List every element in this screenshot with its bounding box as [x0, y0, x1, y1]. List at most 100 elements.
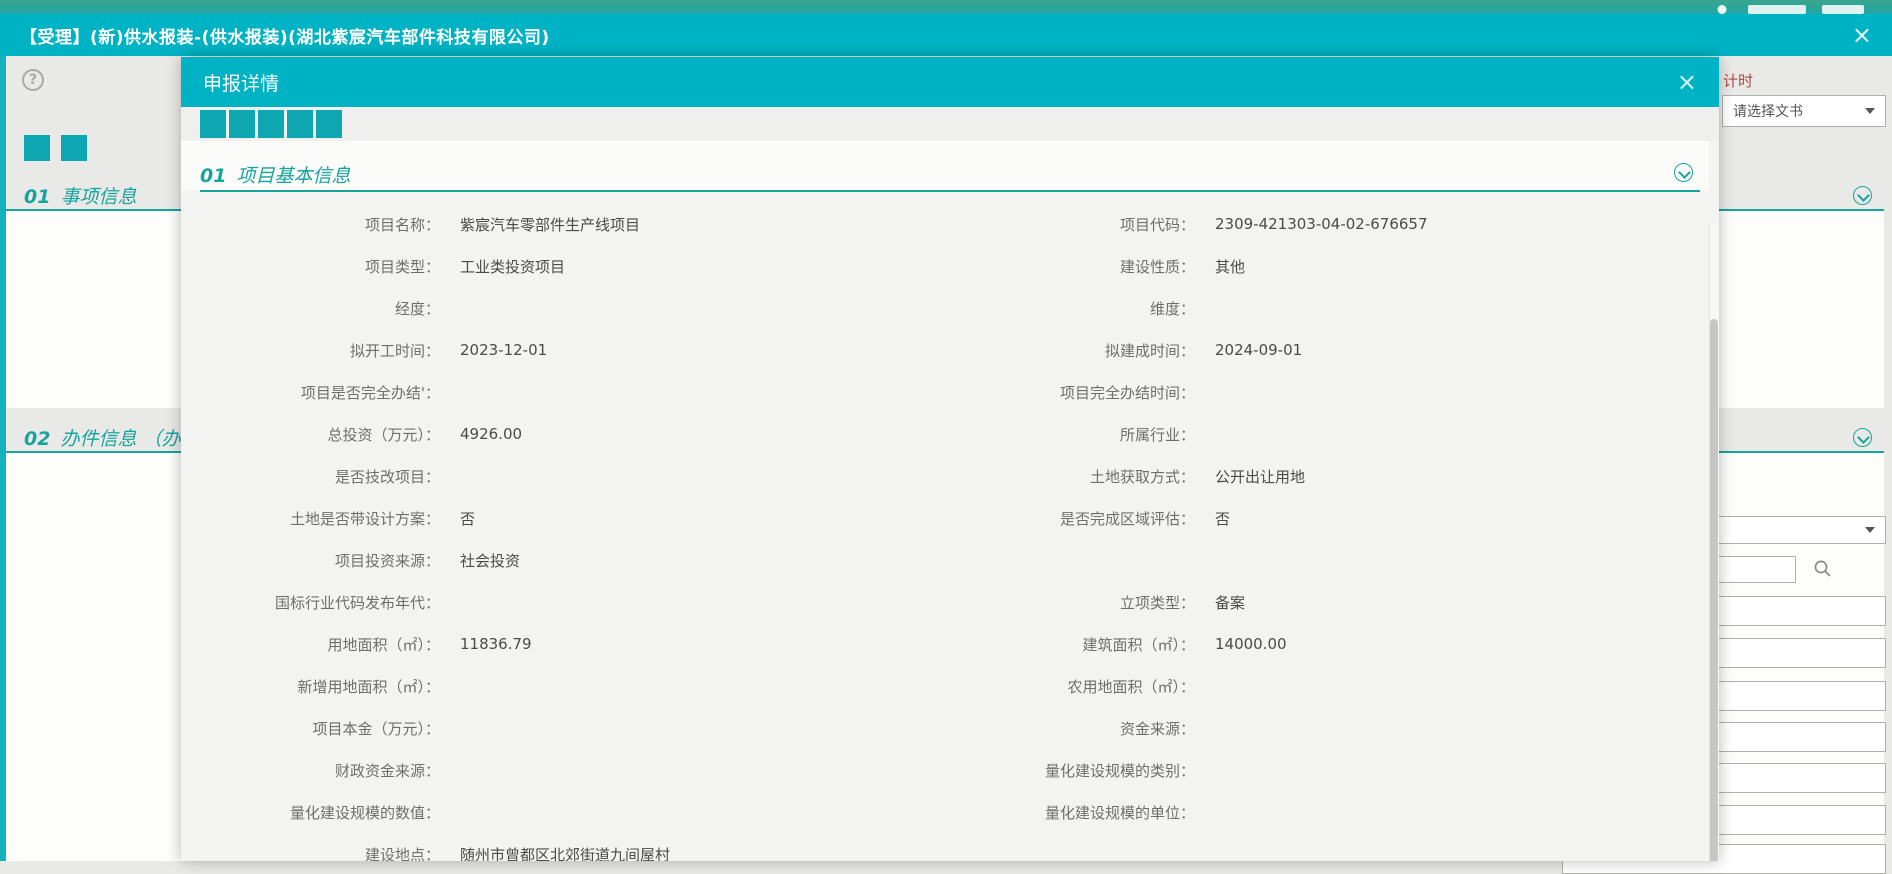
- field-label: 土地获取方式：: [940, 466, 1195, 487]
- field-label: 财政资金来源：: [181, 760, 440, 781]
- field-value: 社会投资: [440, 550, 940, 571]
- collapse-chevron-icon[interactable]: [1674, 163, 1693, 182]
- top-user-strip: [0, 0, 1892, 14]
- user-avatar-icon: [1712, 3, 1732, 14]
- field-value: 否: [440, 508, 940, 529]
- collapse-chevron-icon[interactable]: [1853, 428, 1872, 447]
- form-row: 是否技改项目： 土地获取方式： 公开出让用地: [181, 455, 1700, 497]
- field-label: 用地面积（㎡）：: [181, 634, 440, 655]
- user-info: [1712, 3, 1864, 14]
- project-basic-info-form: 项目名称： 紫宸汽车零部件生产线项目 项目代码： 2309-421303-04-…: [181, 203, 1700, 861]
- field-label: 建筑面积（㎡）：: [940, 634, 1195, 655]
- field-label: 项目名称：: [181, 214, 440, 235]
- field-label: 是否技改项目：: [181, 466, 440, 487]
- field-value: 工业类投资项目: [440, 256, 940, 277]
- field-label: 所属行业：: [940, 424, 1195, 445]
- window-title: 【受理】(新)供水报装-(供水报装)(湖北紫宸汽车部件科技有限公司): [20, 23, 550, 48]
- form-row: 项目投资来源： 社会投资: [181, 539, 1700, 581]
- field-label: 立项类型：: [940, 592, 1195, 613]
- form-row: 项目是否完全办结'： 项目完全办结时间：: [181, 371, 1700, 413]
- field-label: 项目类型：: [181, 256, 440, 277]
- field-label: 拟开工时间：: [181, 340, 440, 361]
- document-select[interactable]: 请选择文书: [1722, 95, 1886, 127]
- modal-close-icon[interactable]: ×: [1677, 70, 1697, 94]
- modal-toolbar-button[interactable]: [316, 110, 342, 138]
- section-number: 01: [24, 186, 50, 208]
- section-divider: [200, 190, 1700, 192]
- field-value: 14000.00: [1195, 635, 1700, 653]
- form-row: 经度： 维度：: [181, 287, 1700, 329]
- field-value: 备案: [1195, 592, 1700, 613]
- field-value: 其他: [1195, 256, 1700, 277]
- modal-header: 申报详情 ×: [181, 57, 1719, 107]
- field-value: 公开出让用地: [1195, 466, 1700, 487]
- section-title: 办件信息 （办: [60, 428, 180, 450]
- section-header-project-basic-info: 01项目基本信息: [200, 161, 350, 188]
- field-label: 量化建设规模的数值：: [181, 802, 440, 823]
- form-row: 量化建设规模的数值： 量化建设规模的单位：: [181, 791, 1700, 833]
- field-label: 建设地点：: [181, 844, 440, 862]
- timer-label: 计时: [1723, 70, 1753, 91]
- window-close-icon[interactable]: ×: [1852, 23, 1872, 47]
- field-value: 随州市曾都区北郊街道九间屋村: [440, 844, 940, 862]
- modal-title: 申报详情: [203, 69, 279, 96]
- form-row: 建设地点： 随州市曾都区北郊街道九间屋村: [181, 833, 1700, 861]
- page-action-button[interactable]: [61, 135, 87, 161]
- field-label: 国标行业代码发布年代：: [181, 592, 440, 613]
- field-label: 项目是否完全办结'：: [181, 382, 440, 403]
- document-select-value: 请选择文书: [1733, 101, 1803, 121]
- section-header-item-info: 01 事项信息: [24, 182, 136, 209]
- field-value: 紫宸汽车零部件生产线项目: [440, 214, 940, 235]
- section-title: 项目基本信息: [236, 165, 350, 187]
- field-value: 11836.79: [440, 635, 940, 653]
- field-value: 2024-09-01: [1195, 341, 1700, 359]
- modal-toolbar-button[interactable]: [258, 110, 284, 138]
- search-icon[interactable]: [1813, 559, 1833, 579]
- field-label: 总投资（万元）：: [181, 424, 440, 445]
- field-label: 资金来源：: [940, 718, 1195, 739]
- modal-toolbar: [181, 107, 1719, 141]
- field-label: 拟建成时间：: [940, 340, 1195, 361]
- chevron-down-icon: [1865, 527, 1875, 533]
- form-row: 拟开工时间： 2023-12-01 拟建成时间： 2024-09-01: [181, 329, 1700, 371]
- declaration-detail-modal: 申报详情 × 01项目基本信息 项目名称： 紫宸汽车零部件生产线项目 项目代码：…: [181, 57, 1719, 861]
- collapse-chevron-icon[interactable]: [1853, 186, 1872, 205]
- section-title: 事项信息: [60, 186, 136, 208]
- help-icon[interactable]: ?: [22, 69, 44, 91]
- form-row: 国标行业代码发布年代： 立项类型： 备案: [181, 581, 1700, 623]
- user-menu-text[interactable]: [1822, 5, 1864, 14]
- scrollbar-thumb[interactable]: [1710, 319, 1718, 861]
- field-label: 项目完全办结时间：: [940, 382, 1195, 403]
- user-name-text: [1748, 5, 1806, 14]
- section-title-band: [181, 141, 1709, 190]
- form-row: 项目名称： 紫宸汽车零部件生产线项目 项目代码： 2309-421303-04-…: [181, 203, 1700, 245]
- field-label: 农用地面积（㎡）：: [940, 676, 1195, 697]
- field-value: 2023-12-01: [440, 341, 940, 359]
- form-row: 财政资金来源： 量化建设规模的类别：: [181, 749, 1700, 791]
- form-row: 项目本金（万元）： 资金来源：: [181, 707, 1700, 749]
- field-label: 项目本金（万元）：: [181, 718, 440, 739]
- field-label: 项目投资来源：: [181, 550, 440, 571]
- form-row: 用地面积（㎡）： 11836.79 建筑面积（㎡）： 14000.00: [181, 623, 1700, 665]
- modal-toolbar-button[interactable]: [229, 110, 255, 138]
- page-action-button[interactable]: [24, 135, 50, 161]
- field-label: 量化建设规模的单位：: [940, 802, 1195, 823]
- field-value: 否: [1195, 508, 1700, 529]
- section-number: 02: [24, 428, 50, 450]
- window-titlebar: 【受理】(新)供水报装-(供水报装)(湖北紫宸汽车部件科技有限公司) ×: [0, 14, 1892, 56]
- field-label: 是否完成区域评估：: [940, 508, 1195, 529]
- field-value: 4926.00: [440, 425, 940, 443]
- field-value: 2309-421303-04-02-676657: [1195, 215, 1700, 233]
- chevron-down-icon: [1865, 108, 1875, 114]
- form-row: 项目类型： 工业类投资项目 建设性质： 其他: [181, 245, 1700, 287]
- field-label: 新增用地面积（㎡）：: [181, 676, 440, 697]
- field-label: 量化建设规模的类别：: [940, 760, 1195, 781]
- form-row: 总投资（万元）： 4926.00 所属行业：: [181, 413, 1700, 455]
- modal-toolbar-button[interactable]: [287, 110, 313, 138]
- modal-body: 01项目基本信息 项目名称： 紫宸汽车零部件生产线项目 项目代码： 2309-4…: [181, 141, 1719, 861]
- scrollbar-track[interactable]: [1709, 225, 1719, 861]
- field-label: 维度：: [940, 298, 1195, 319]
- modal-toolbar-button[interactable]: [200, 110, 226, 138]
- section-header-case-info: 02 办件信息 （办: [24, 424, 181, 451]
- form-row: 土地是否带设计方案： 否 是否完成区域评估： 否: [181, 497, 1700, 539]
